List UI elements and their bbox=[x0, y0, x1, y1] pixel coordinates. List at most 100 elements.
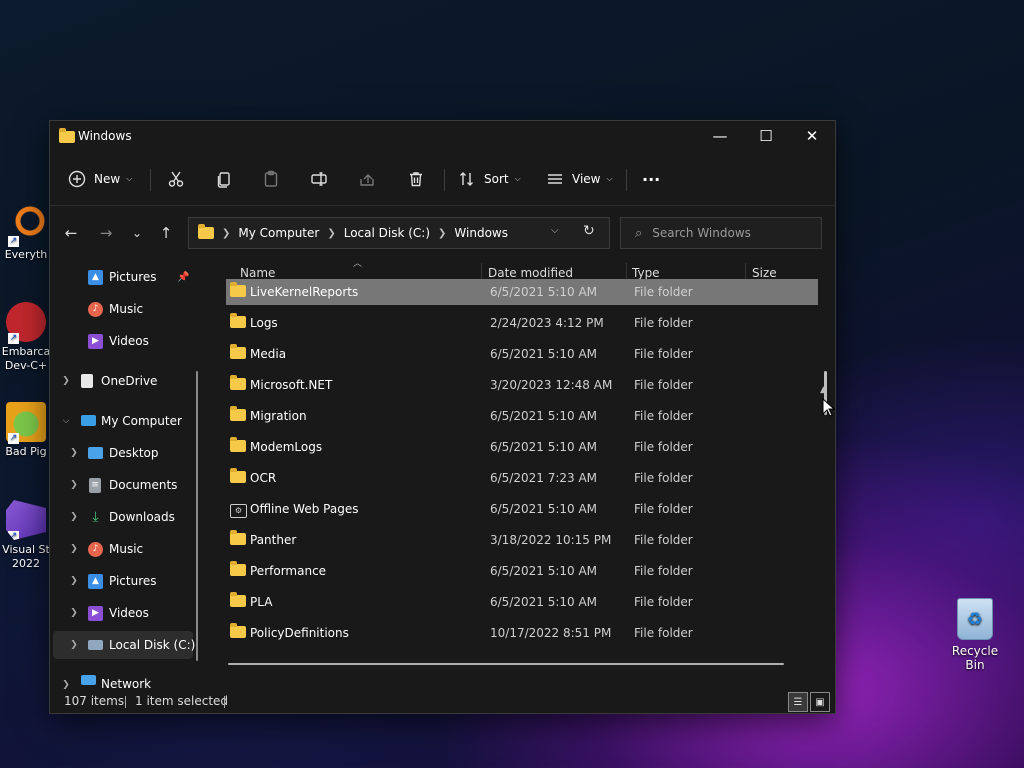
share-icon bbox=[360, 174, 374, 186]
table-row[interactable]: Panther 3/18/2022 10:15 PM File folder bbox=[226, 527, 818, 553]
desktop-icon-badpiggies[interactable]: ↗ Bad Pig bbox=[0, 402, 52, 458]
sidebar-item-my-computer[interactable]: ⌵ My Computer bbox=[53, 407, 193, 435]
delete-button[interactable] bbox=[407, 165, 425, 193]
desktop-icon-everything[interactable]: ↗ Everyth bbox=[0, 205, 52, 261]
sidebar-item-desktop[interactable]: ❯ Desktop bbox=[53, 439, 193, 467]
table-row[interactable]: OCR 6/5/2021 7:23 AM File folder bbox=[226, 465, 818, 491]
breadcrumb-local-disk[interactable]: Local Disk (C:) bbox=[344, 226, 430, 240]
table-row[interactable]: PLA 6/5/2021 5:10 AM File folder bbox=[226, 589, 818, 615]
new-button[interactable]: New ⌵ bbox=[68, 165, 132, 193]
file-type: File folder bbox=[634, 316, 693, 330]
title-bar[interactable]: Windows — ☐ ✕ bbox=[50, 121, 835, 151]
status-divider bbox=[125, 696, 126, 708]
chevron-right-icon[interactable]: ❯ bbox=[69, 448, 79, 458]
file-explorer-window: Windows — ☐ ✕ New ⌵ Sort ⌵ View ⌵ ··· ← … bbox=[49, 120, 836, 714]
sidebar-item-label: My Computer bbox=[101, 414, 182, 428]
table-row[interactable]: ModemLogs 6/5/2021 5:10 AM File folder bbox=[226, 434, 818, 460]
minimize-button[interactable]: — bbox=[697, 121, 743, 151]
more-options-button[interactable]: ··· bbox=[642, 165, 660, 193]
file-list: ︿ Name Date modified Type Size LiveKerne… bbox=[210, 259, 834, 693]
sidebar-item-pictures-2[interactable]: ❯ ▲ Pictures bbox=[53, 567, 193, 595]
search-input[interactable]: Search Windows bbox=[652, 226, 751, 240]
maximize-button[interactable]: ☐ bbox=[743, 121, 789, 151]
view-button[interactable]: View ⌵ bbox=[546, 165, 613, 193]
file-name: LiveKernelReports bbox=[250, 285, 359, 299]
sidebar-item-documents[interactable]: ❯ ≡ Documents bbox=[53, 471, 193, 499]
desktop-icon-visualstudio[interactable]: ↗ Visual St 2022 bbox=[0, 500, 52, 571]
details-view-button[interactable]: ☰ bbox=[788, 692, 808, 712]
sidebar-item-videos[interactable]: ▶ Videos bbox=[53, 327, 193, 355]
search-icon: ⌕ bbox=[635, 225, 643, 241]
search-box[interactable]: ⌕ Search Windows bbox=[620, 217, 822, 249]
chevron-right-icon[interactable]: ❯ bbox=[69, 512, 79, 522]
large-icons-view-button[interactable]: ▣ bbox=[810, 692, 830, 712]
videos-icon: ▶ bbox=[88, 605, 103, 621]
chevron-right-icon[interactable]: ❯ bbox=[69, 576, 79, 586]
sidebar-item-videos-2[interactable]: ❯ ▶ Videos bbox=[53, 599, 193, 627]
desktop-icon-devcpp[interactable]: ↗ Embarca Dev-C+ bbox=[0, 302, 52, 373]
file-date-modified: 6/5/2021 5:10 AM bbox=[490, 347, 598, 361]
sidebar-item-music-2[interactable]: ❯ ♪ Music bbox=[53, 535, 193, 563]
new-label: New bbox=[94, 172, 121, 186]
sidebar-item-downloads[interactable]: ❯ ⤓ Downloads bbox=[53, 503, 193, 531]
breadcrumb-windows[interactable]: Windows bbox=[454, 226, 508, 240]
recent-locations-button[interactable]: ⌄ bbox=[126, 222, 148, 244]
share-button[interactable] bbox=[358, 165, 376, 193]
up-button[interactable]: ↑ bbox=[155, 222, 177, 244]
videos-icon: ▶ bbox=[88, 333, 103, 349]
sidebar-item-network[interactable]: ❯ Network bbox=[53, 671, 193, 691]
close-button[interactable]: ✕ bbox=[789, 121, 835, 151]
sidebar-item-label: Network bbox=[101, 677, 152, 691]
status-divider bbox=[224, 696, 225, 708]
file-name: OCR bbox=[250, 471, 277, 485]
file-date-modified: 10/17/2022 8:51 PM bbox=[490, 626, 612, 640]
chevron-right-icon[interactable]: ❯ bbox=[69, 544, 79, 554]
sidebar-item-onedrive[interactable]: ❯ OneDrive bbox=[53, 367, 193, 395]
table-row[interactable]: Microsoft.NET 3/20/2023 12:48 AM File fold… bbox=[226, 372, 818, 398]
table-row[interactable]: Media 6/5/2021 5:10 AM File folder bbox=[226, 341, 818, 367]
sidebar-item-music[interactable]: ♪ Music bbox=[53, 295, 193, 323]
horizontal-scrollbar[interactable] bbox=[228, 663, 784, 665]
chevron-down-icon[interactable]: ⌵ bbox=[61, 416, 71, 426]
chevron-down-icon: ⌵ bbox=[606, 174, 613, 183]
copy-button[interactable] bbox=[215, 165, 233, 193]
folder-icon bbox=[230, 406, 246, 424]
table-row[interactable]: PolicyDefinitions 10/17/2022 8:51 PM File … bbox=[226, 620, 818, 646]
chevron-right-icon[interactable]: ❯ bbox=[69, 608, 79, 618]
chevron-right-icon: ❯ bbox=[327, 227, 336, 239]
chevron-right-icon[interactable]: ❯ bbox=[69, 640, 79, 650]
breadcrumb-my-computer[interactable]: My Computer bbox=[238, 226, 319, 240]
address-bar[interactable]: ❯ My Computer ❯ Local Disk (C:) ❯ Window… bbox=[188, 217, 610, 249]
chevron-right-icon[interactable]: ❯ bbox=[69, 480, 79, 490]
item-count: 107 items bbox=[64, 694, 125, 708]
chevron-right-icon[interactable]: ❯ bbox=[61, 680, 71, 690]
forward-button[interactable]: → bbox=[95, 222, 117, 244]
sidebar-scrollbar[interactable] bbox=[196, 371, 198, 661]
chevron-right-icon[interactable]: ❯ bbox=[61, 376, 71, 386]
file-type: File folder bbox=[634, 440, 693, 454]
table-row[interactable]: Performance 6/5/2021 5:10 AM File folder bbox=[226, 558, 818, 584]
view-list-icon bbox=[548, 174, 562, 184]
refresh-icon[interactable]: ↻ bbox=[583, 223, 595, 239]
table-row[interactable]: Migration 6/5/2021 5:10 AM File folder bbox=[226, 403, 818, 429]
pin-icon[interactable]: 📌 bbox=[177, 272, 189, 283]
shortcut-arrow-icon: ↗ bbox=[8, 531, 19, 541]
sidebar-item-local-disk[interactable]: ❯ Local Disk (C:) bbox=[53, 631, 195, 659]
sidebar-item-pictures[interactable]: ▲ Pictures 📌 bbox=[53, 263, 193, 291]
address-history-chevron-icon[interactable]: ⌵ bbox=[551, 225, 559, 236]
back-button[interactable]: ← bbox=[60, 222, 82, 244]
folder-icon bbox=[230, 623, 246, 641]
cut-button[interactable] bbox=[167, 165, 185, 193]
table-row[interactable]: ⚙ Offline Web Pages 6/5/2021 5:10 AM File f… bbox=[226, 496, 818, 522]
paste-button[interactable] bbox=[262, 165, 280, 193]
copy-icon bbox=[217, 172, 230, 188]
table-row[interactable]: Logs 2/24/2023 4:12 PM File folder bbox=[226, 310, 818, 336]
rename-button[interactable] bbox=[310, 165, 328, 193]
sort-button[interactable]: Sort ⌵ bbox=[458, 165, 521, 193]
sidebar-item-label: Videos bbox=[109, 334, 149, 348]
table-row[interactable]: LiveKernelReports 6/5/2021 5:10 AM File fo… bbox=[226, 279, 818, 305]
desktop-icon-recycle-bin[interactable]: Recycle Bin bbox=[942, 598, 1008, 672]
downloads-icon: ⤓ bbox=[92, 508, 99, 525]
folder-icon bbox=[230, 530, 246, 548]
desktop-icon-label: Bad Pig bbox=[5, 445, 47, 458]
